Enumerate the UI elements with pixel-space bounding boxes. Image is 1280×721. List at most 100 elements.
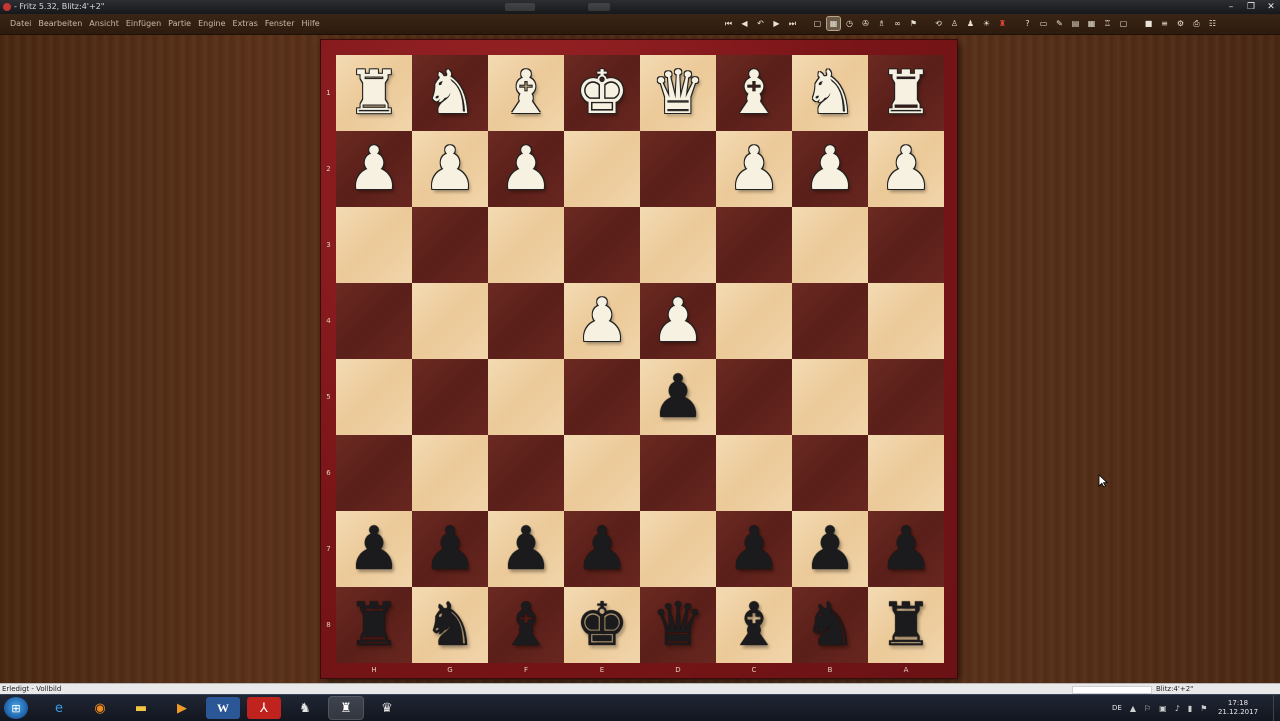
square-e5[interactable] [564,359,640,435]
square-b5[interactable] [792,359,868,435]
board-icon[interactable]: ▦ [826,16,841,31]
square-c3[interactable] [716,207,792,283]
square-b2[interactable]: ♟ [792,131,868,207]
square-g1[interactable]: ♞ [412,55,488,131]
tray-expand-icon[interactable]: ▲ [1130,704,1136,713]
square-d8[interactable]: ♛ [640,587,716,663]
black-pawn[interactable]: ♟ [575,519,629,579]
square-g8[interactable]: ♞ [412,587,488,663]
layout-icon[interactable]: ▭ [1037,17,1050,30]
black-knight[interactable]: ♞ [803,595,857,655]
print-icon[interactable]: ⎙ [1190,17,1203,30]
acrobat-icon[interactable]: ⅄ [247,697,281,719]
ie-icon[interactable]: e [42,697,76,719]
square-h4[interactable] [336,283,412,359]
menu-item-hilfe[interactable]: Hilfe [301,14,319,34]
square-d1[interactable]: ♛ [640,55,716,131]
black-knight[interactable]: ♞ [423,595,477,655]
menu-item-fenster[interactable]: Fenster [265,14,295,34]
square-g5[interactable] [412,359,488,435]
black-pawn[interactable]: ♟ [499,519,553,579]
square-g3[interactable] [412,207,488,283]
language-indicator[interactable]: DE [1112,704,1122,712]
square-f4[interactable] [488,283,564,359]
menu-item-extras[interactable]: Extras [233,14,258,34]
square-g7[interactable]: ♟ [412,511,488,587]
square-g6[interactable] [412,435,488,511]
new-game-icon[interactable]: ▢ [811,17,824,30]
menu-item-engine[interactable]: Engine [198,14,225,34]
white-pawn[interactable]: ♟ [879,139,933,199]
square-d5[interactable]: ♟ [640,359,716,435]
position-icon[interactable]: ♖ [1101,17,1114,30]
volume-icon[interactable]: ♪ [1175,704,1180,713]
square-b6[interactable] [792,435,868,511]
engine-icon[interactable]: ✇ [859,17,872,30]
firefox-icon[interactable]: ◉ [83,697,117,719]
action-center-icon[interactable]: ⚐ [1144,704,1151,713]
white-pawn[interactable]: ♟ [499,139,553,199]
black-king[interactable]: ♚ [575,595,629,655]
square-d3[interactable] [640,207,716,283]
square-f6[interactable] [488,435,564,511]
square-h8[interactable]: ♜ [336,587,412,663]
table-icon[interactable]: ▤ [1069,17,1082,30]
black-rook[interactable]: ♜ [879,595,933,655]
square-c8[interactable]: ♝ [716,587,792,663]
square-a3[interactable] [868,207,944,283]
save-icon[interactable]: ■ [1142,17,1155,30]
chess-board[interactable]: ♜ ♞ ♝ ♚ ♛ ♝ ♞ ♜ ♟ ♟ ♟ ♟ ♟ ♟ ♟ ♟ ♟ ♟ ♟ ♟ ♟ ♟ ♟ ♟ ♜ ♞ ♝ ♚ ♛ ♝ ♞ ♜ [336,55,944,663]
maximize-button[interactable]: ❐ [1246,0,1256,14]
square-f1[interactable]: ♝ [488,55,564,131]
black-bishop[interactable]: ♝ [727,595,781,655]
clock-icon[interactable]: ◷ [843,17,856,30]
white-pawn[interactable]: ♟ [347,139,401,199]
prev-move-icon[interactable]: ◀ [738,17,751,30]
analysis-icon[interactable]: ♗ [875,17,888,30]
next-move-icon[interactable]: ▶ [770,17,783,30]
square-a7[interactable]: ♟ [868,511,944,587]
last-move-icon[interactable]: ⏭ [786,17,799,30]
white-rook[interactable]: ♜ [347,63,401,123]
square-e4[interactable]: ♟ [564,283,640,359]
folder-icon[interactable]: ▬ [124,697,158,719]
white-bishop[interactable]: ♝ [727,63,781,123]
black-pawn[interactable]: ♟ [727,519,781,579]
black-pawn[interactable]: ♟ [651,367,705,427]
square-h7[interactable]: ♟ [336,511,412,587]
square-h5[interactable] [336,359,412,435]
fritz-app-icon[interactable] [3,3,11,11]
square-g4[interactable] [412,283,488,359]
square-d6[interactable] [640,435,716,511]
black-pawn[interactable]: ♟ [347,519,401,579]
menu-item-ansicht[interactable]: Ansicht [89,14,119,34]
list-icon[interactable]: ≡ [1158,17,1171,30]
hint-icon[interactable]: ☀ [980,17,993,30]
square-a1[interactable]: ♜ [868,55,944,131]
white-pawn[interactable]: ♟ [423,139,477,199]
square-b4[interactable] [792,283,868,359]
white-pawn[interactable]: ♟ [575,291,629,351]
network-icon[interactable]: ▮ [1188,704,1192,713]
square-c6[interactable] [716,435,792,511]
black-pawn[interactable]: ♟ [423,519,477,579]
black-rook[interactable]: ♜ [347,595,401,655]
window-icon[interactable]: ▢ [1117,17,1130,30]
close-button[interactable]: ✕ [1266,0,1276,14]
flag-icon[interactable]: ⚑ [907,17,920,30]
square-d4[interactable]: ♟ [640,283,716,359]
square-a6[interactable] [868,435,944,511]
white-knight[interactable]: ♞ [423,63,477,123]
white-pawn[interactable]: ♟ [803,139,857,199]
piece-set-icon[interactable]: ♙ [948,17,961,30]
white-rook[interactable]: ♜ [879,63,933,123]
white-pawn[interactable]: ♟ [727,139,781,199]
edit-icon[interactable]: ✎ [1053,17,1066,30]
chess-app-icon[interactable]: ♞ [288,697,322,719]
square-f8[interactable]: ♝ [488,587,564,663]
settings-icon[interactable]: ⚙ [1174,17,1187,30]
flag-tray-icon[interactable]: ⚑ [1200,704,1207,713]
square-c2[interactable]: ♟ [716,131,792,207]
white-king[interactable]: ♚ [575,63,629,123]
undo-icon[interactable]: ↶ [754,17,767,30]
